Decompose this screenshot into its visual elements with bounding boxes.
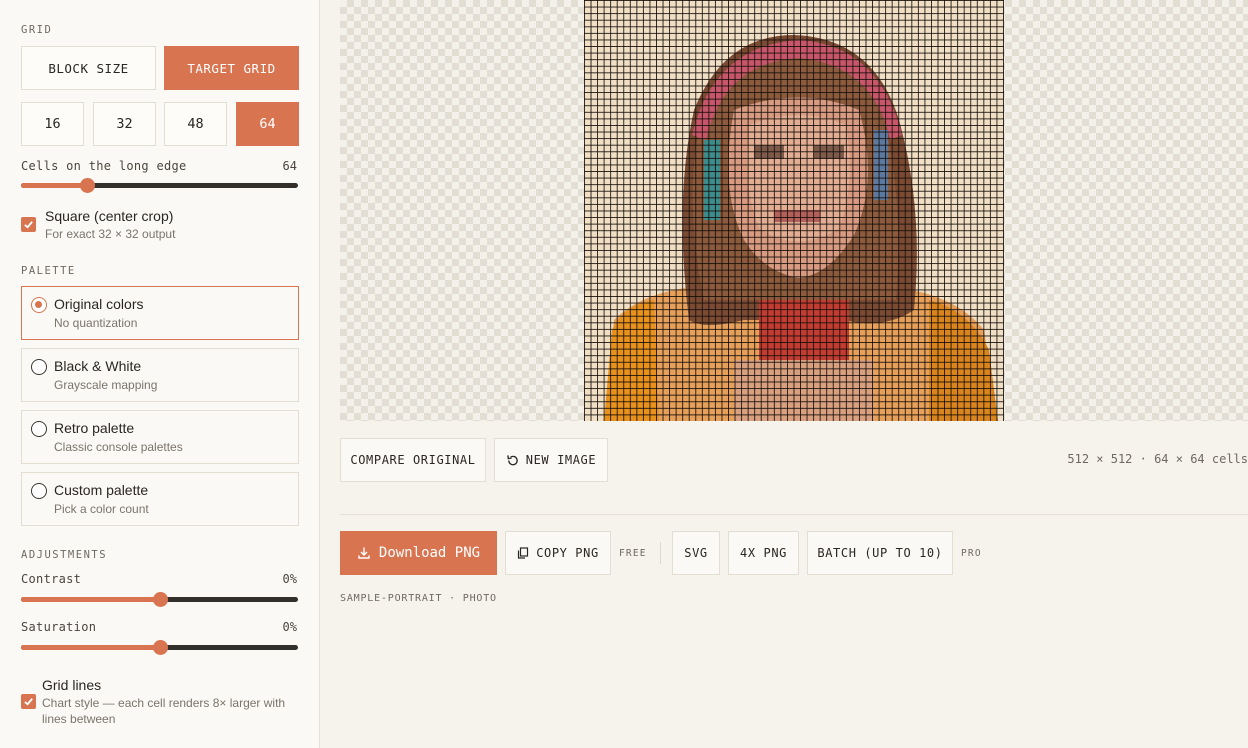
palette-subtitle: Classic console palettes — [54, 440, 183, 454]
grid-lines-title: Grid lines — [42, 677, 102, 693]
radio-icon — [31, 421, 47, 437]
palette-subtitle: Pick a color count — [54, 502, 149, 516]
png-4x-button[interactable]: 4X PNG — [728, 531, 799, 575]
check-icon — [24, 221, 33, 229]
radio-icon — [31, 359, 47, 375]
palette-custom[interactable]: Custom palette Pick a color count — [21, 472, 299, 526]
size-16-button[interactable]: 16 — [21, 102, 84, 146]
palette-subtitle: No quantization — [54, 316, 138, 330]
palette-subtitle: Grayscale mapping — [54, 378, 158, 392]
target-grid-button[interactable]: TARGET GRID — [164, 46, 299, 90]
contrast-slider[interactable] — [21, 592, 298, 607]
pro-tier-label: PRO — [961, 548, 982, 559]
saturation-label: Saturation — [21, 620, 97, 634]
palette-black-white[interactable]: Black & White Grayscale mapping — [21, 348, 299, 402]
copy-png-button[interactable]: COPY PNG — [505, 531, 611, 575]
palette-title: Custom palette — [54, 482, 149, 498]
saturation-slider[interactable] — [21, 640, 298, 655]
refresh-icon — [506, 454, 518, 465]
radio-icon — [31, 297, 47, 313]
copy-label: COPY PNG — [536, 546, 599, 560]
sidebar: GRID BLOCK SIZE TARGET GRID 16 32 48 64 … — [0, 0, 320, 748]
svg-button[interactable]: SVG — [672, 531, 720, 575]
free-tier-label: FREE — [619, 548, 647, 559]
preview-canvas — [340, 0, 1248, 421]
saturation-slider-fill — [21, 645, 160, 650]
palette-retro[interactable]: Retro palette Classic console palettes — [21, 410, 299, 464]
contrast-label: Contrast — [21, 572, 82, 586]
cells-slider[interactable] — [21, 178, 298, 193]
contrast-slider-fill — [21, 597, 160, 602]
grid-lines-subtitle-1: Chart style — each cell renders 8× large… — [42, 696, 286, 710]
square-crop-checkbox[interactable] — [21, 217, 36, 232]
saturation-slider-thumb[interactable] — [152, 640, 168, 655]
pixelated-preview-image — [584, 0, 1004, 421]
contrast-value: 0% — [282, 572, 297, 586]
palette-original[interactable]: Original colors No quantization — [21, 286, 299, 340]
block-size-button[interactable]: BLOCK SIZE — [21, 46, 156, 90]
square-crop-title: Square (center crop) — [45, 208, 174, 224]
compare-original-button[interactable]: COMPARE ORIGINAL — [340, 438, 486, 482]
divider — [340, 514, 1248, 515]
check-icon — [24, 698, 33, 706]
copy-icon — [518, 547, 529, 559]
palette-title: Black & White — [54, 358, 142, 374]
adjustments-section-label: ADJUSTMENTS — [21, 549, 108, 561]
grid-section-label: GRID — [21, 24, 53, 36]
radio-icon — [31, 483, 47, 499]
grid-lines-subtitle-2: lines between — [42, 712, 116, 726]
size-32-button[interactable]: 32 — [93, 102, 156, 146]
cells-slider-value: 64 — [282, 159, 297, 173]
size-64-button[interactable]: 64 — [236, 102, 299, 146]
grid-lines-overlay — [584, 0, 1004, 421]
download-label: Download PNG — [378, 545, 481, 561]
batch-button[interactable]: BATCH (UP TO 10) — [807, 531, 953, 575]
palette-title: Original colors — [54, 296, 144, 312]
square-crop-subtitle: For exact 32 × 32 output — [45, 227, 176, 241]
image-caption: SAMPLE-PORTRAIT · PHOTO — [340, 593, 497, 604]
new-image-label: NEW IMAGE — [525, 453, 597, 467]
palette-title: Retro palette — [54, 420, 135, 436]
output-dimensions: 512 × 512 · 64 × 64 cells — [1067, 452, 1248, 466]
cells-slider-thumb[interactable] — [80, 178, 96, 193]
grid-lines-checkbox[interactable] — [21, 694, 36, 709]
palette-section-label: PALETTE — [21, 265, 76, 277]
new-image-button[interactable]: NEW IMAGE — [494, 438, 608, 482]
download-icon — [358, 547, 370, 559]
cells-slider-label: Cells on the long edge — [21, 159, 187, 173]
separator — [660, 542, 661, 564]
size-48-button[interactable]: 48 — [164, 102, 227, 146]
download-png-button[interactable]: Download PNG — [340, 531, 497, 575]
saturation-value: 0% — [282, 620, 297, 634]
cells-slider-fill — [21, 183, 88, 188]
contrast-slider-thumb[interactable] — [152, 592, 168, 607]
